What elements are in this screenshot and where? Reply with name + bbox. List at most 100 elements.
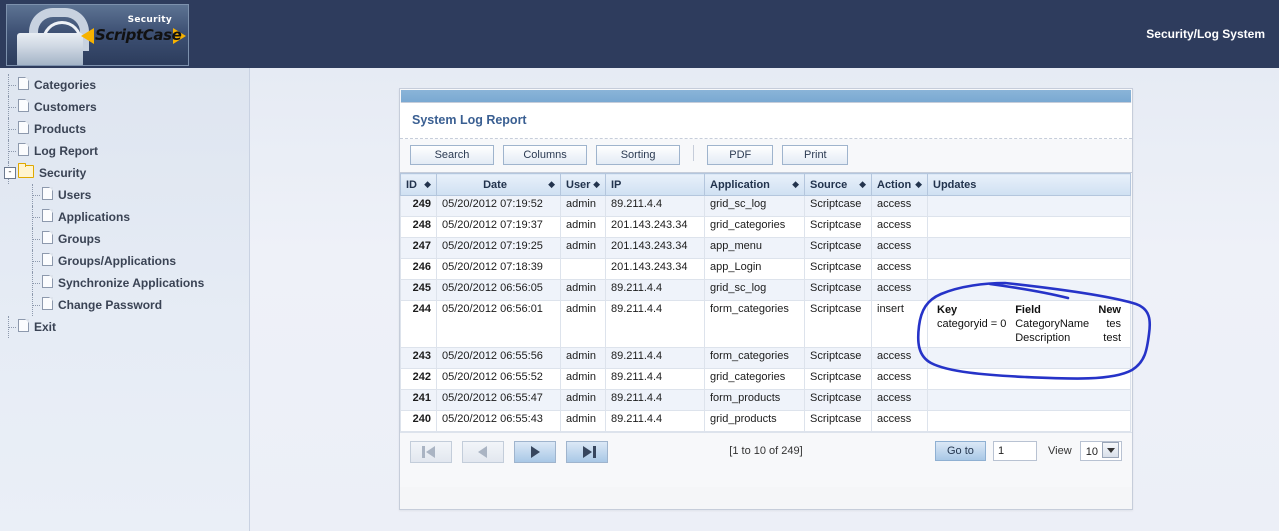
updates-cell: categoryid = 0 <box>937 318 1007 330</box>
document-icon <box>42 209 53 222</box>
log-table: ID ◆ Date ◆ User ◆ IP Application ◆ Source ◆ Action… <box>400 173 1131 432</box>
cell-action: insert <box>871 300 928 348</box>
cell-date: 05/20/2012 07:19:37 <box>436 216 561 238</box>
cell-updates <box>927 279 1131 301</box>
rows-per-page-select[interactable]: 10 <box>1079 441 1122 461</box>
cell-action: access <box>871 216 928 238</box>
sort-arrows-icon[interactable]: ◆ <box>792 179 799 191</box>
sort-arrows-icon[interactable]: ◆ <box>593 179 600 191</box>
cell-action: access <box>871 279 928 301</box>
cell-source: Scriptcase <box>804 216 872 238</box>
updates-header-cell: Field <box>1015 304 1041 316</box>
cell-id: 241 <box>400 389 437 411</box>
sidebar-item-label: Security <box>39 166 87 181</box>
sidebar-item-users[interactable]: Users <box>8 184 248 206</box>
sorting-button[interactable]: Sorting <box>596 145 681 165</box>
sidebar-item-label: Log Report <box>34 144 98 159</box>
table-row[interactable]: 247 05/20/2012 07:19:25 admin 201.143.243.3… <box>400 237 1131 259</box>
report-panel: System Log Report Search Columns Sorting… <box>399 88 1133 510</box>
sidebar-item-log-report[interactable]: Log Report <box>8 140 248 162</box>
cell-application: grid_products <box>704 410 805 432</box>
cell-id: 249 <box>400 195 437 217</box>
cell-ip: 89.211.4.4 <box>605 389 705 411</box>
document-icon <box>18 121 29 134</box>
table-row[interactable]: 241 05/20/2012 06:55:47 admin 89.211.4.4 for… <box>400 389 1131 411</box>
updates-cell <box>933 331 1011 345</box>
cell-id: 240 <box>400 410 437 432</box>
cell-source: Scriptcase <box>804 258 872 280</box>
cell-application: form_categories <box>704 347 805 369</box>
report-toolbar: Search Columns Sorting PDF Print <box>400 139 1132 173</box>
column-header-user[interactable]: User ◆ <box>560 173 606 196</box>
column-header-label: Date <box>483 178 507 191</box>
document-icon <box>42 187 53 200</box>
sidebar-item-label: Synchronize Applications <box>58 276 205 291</box>
sidebar-item-products[interactable]: Products <box>8 118 248 140</box>
columns-button[interactable]: Columns <box>503 145 588 165</box>
table-row[interactable]: 249 05/20/2012 07:19:52 admin 89.211.4.4 gri… <box>400 195 1131 217</box>
sidebar-item-label: Change Password <box>58 298 163 313</box>
column-header-action[interactable]: Action ◆ <box>871 173 928 196</box>
table-row[interactable]: 246 05/20/2012 07:18:39 201.143.243.34 app_… <box>400 258 1131 280</box>
sidebar-item-synchronize-applications[interactable]: Synchronize Applications <box>8 272 248 294</box>
cell-action: access <box>871 389 928 411</box>
panel-title-bar <box>401 90 1131 103</box>
sidebar-item-label: Categories <box>34 78 97 93</box>
cell-id: 248 <box>400 216 437 238</box>
table-row[interactable]: 248 05/20/2012 07:19:37 admin 201.143.243.3… <box>400 216 1131 238</box>
table-row[interactable]: 243 05/20/2012 06:55:56 admin 89.211.4.4 for… <box>400 347 1131 369</box>
column-header-id[interactable]: ID ◆ <box>400 173 437 196</box>
column-header-ip: IP <box>605 173 705 196</box>
cell-id: 245 <box>400 279 437 301</box>
cell-action: access <box>871 195 928 217</box>
cell-updates <box>927 195 1131 217</box>
sidebar-item-label: Products <box>34 122 87 137</box>
search-button[interactable]: Search <box>410 145 494 165</box>
sort-arrows-icon[interactable]: ◆ <box>859 179 866 191</box>
column-header-date[interactable]: Date ◆ <box>436 173 561 196</box>
sidebar-item-applications[interactable]: Applications <box>8 206 248 228</box>
updates-row: Description test <box>933 331 1125 345</box>
sidebar-item-customers[interactable]: Customers <box>8 96 248 118</box>
table-row[interactable]: 245 05/20/2012 06:56:05 admin 89.211.4.4 gri… <box>400 279 1131 301</box>
cell-user: admin <box>560 368 606 390</box>
table-row[interactable]: 242 05/20/2012 06:55:52 admin 89.211.4.4 gri… <box>400 368 1131 390</box>
column-header-source[interactable]: Source ◆ <box>804 173 872 196</box>
cell-application: app_menu <box>704 237 805 259</box>
table-row[interactable]: 244 05/20/2012 06:56:01 admin 89.211.4.4 for… <box>400 300 1131 348</box>
sidebar-item-security[interactable]: - Security <box>4 162 248 184</box>
sort-arrows-icon[interactable]: ◆ <box>915 179 922 191</box>
toolbar-divider <box>693 145 695 161</box>
cell-user <box>560 258 606 280</box>
sidebar-item-groups[interactable]: Groups <box>8 228 248 250</box>
cell-date: 05/20/2012 07:19:25 <box>436 237 561 259</box>
cell-date: 05/20/2012 07:18:39 <box>436 258 561 280</box>
sidebar-item-categories[interactable]: Categories <box>8 74 248 96</box>
cell-id: 243 <box>400 347 437 369</box>
updates-subtable: Key Field New categoryid = 0 CategoryName tes… <box>933 303 1125 345</box>
cell-application: grid_categories <box>704 368 805 390</box>
column-header-updates: Updates <box>927 173 1131 196</box>
sort-arrows-icon[interactable]: ◆ <box>548 179 555 191</box>
tree-expander[interactable]: - <box>4 167 16 179</box>
cell-ip: 89.211.4.4 <box>605 195 705 217</box>
column-header-application[interactable]: Application ◆ <box>704 173 805 196</box>
table-header-row: ID ◆ Date ◆ User ◆ IP Application ◆ Source ◆ Action… <box>400 173 1131 196</box>
cell-ip: 201.143.243.34 <box>605 237 705 259</box>
cell-action: access <box>871 237 928 259</box>
sidebar-item-exit[interactable]: Exit <box>8 316 248 338</box>
sidebar-item-groups-applications[interactable]: Groups/Applications <box>8 250 248 272</box>
table-row[interactable]: 240 05/20/2012 06:55:43 admin 89.211.4.4 gri… <box>400 410 1131 432</box>
page-title: System Log Report <box>412 113 527 127</box>
sidebar-item-change-password[interactable]: Change Password <box>8 294 248 316</box>
sort-arrows-icon[interactable]: ◆ <box>424 179 431 191</box>
pdf-button[interactable]: PDF <box>707 145 774 165</box>
page-number-input[interactable]: 1 <box>992 441 1037 461</box>
application-title: Security/Log System <box>1146 27 1265 41</box>
updates-cell: tes <box>1106 318 1121 330</box>
cell-date: 05/20/2012 06:55:43 <box>436 410 561 432</box>
goto-button[interactable]: Go to <box>935 441 986 461</box>
column-header-label: User <box>566 178 591 191</box>
print-button[interactable]: Print <box>782 145 849 165</box>
cell-updates <box>927 347 1131 369</box>
